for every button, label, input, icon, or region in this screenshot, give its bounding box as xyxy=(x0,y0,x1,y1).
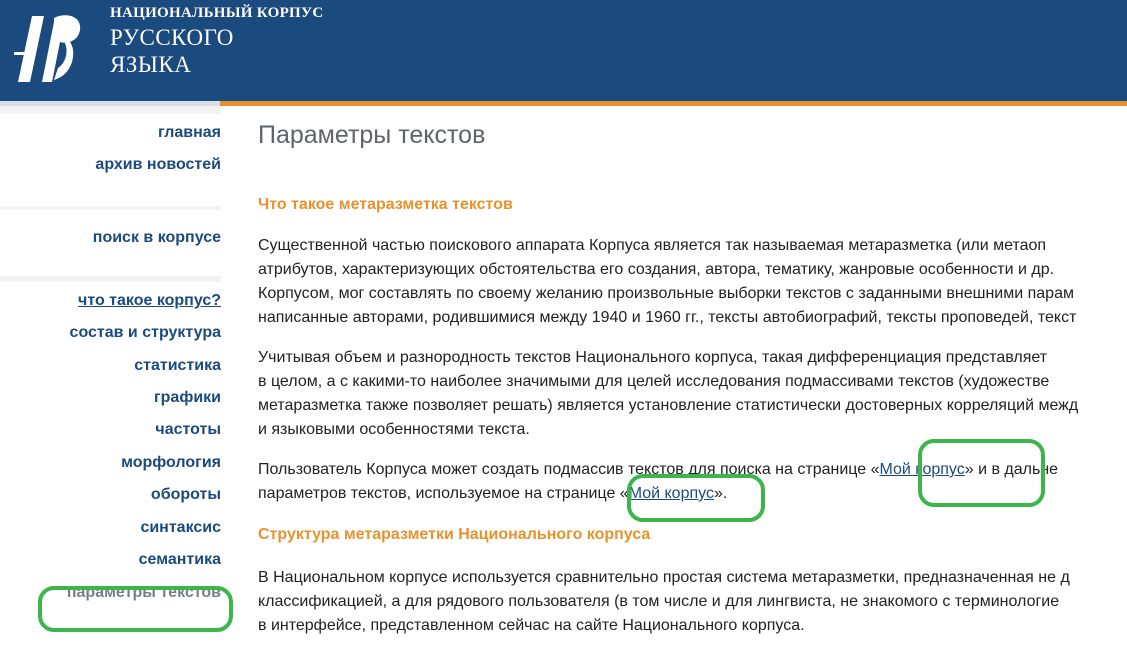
logo-line-1: НАЦИОНАЛЬНЫЙ КОРПУС xyxy=(110,5,324,21)
paragraph-3-text: ». xyxy=(713,485,728,502)
paragraph-1-line: атрибутов, характеризующих обстоятельств… xyxy=(258,261,1055,278)
paragraph-3-text: параметров текстов, используемое на стра… xyxy=(258,485,629,502)
sidebar-item-semantics[interactable]: семантика xyxy=(139,551,221,569)
sidebar-item-morphology[interactable]: морфология xyxy=(121,454,221,472)
sidebar-item-structure[interactable]: состав и структура xyxy=(70,324,221,342)
site-header: НАЦИОНАЛЬНЫЙ КОРПУС РУССКОГО ЯЗЫКА xyxy=(0,0,1127,101)
my-corpus-link-1[interactable]: Мой корпус xyxy=(879,461,964,478)
sidebar-group-search: поиск в корпусе xyxy=(0,210,221,276)
sidebar-item-news-archive[interactable]: архив новостей xyxy=(95,156,221,174)
paragraph-1-line: написанные авторами, родившимися между 1… xyxy=(258,309,1077,326)
paragraph-4-line: классификацией, а для рядового пользоват… xyxy=(258,593,1060,610)
paragraph-4-line: в интерфейсе, представленном сейчас на с… xyxy=(258,617,805,634)
sidebar-item-what-is-corpus[interactable]: что такое корпус? xyxy=(78,292,221,310)
sidebar-item-frequencies[interactable]: частоты xyxy=(155,421,221,439)
sidebar-group-about: что такое корпус? состав и структура ста… xyxy=(0,282,221,649)
sidebar-group-news: главная архив новостей xyxy=(0,114,221,206)
main-content: Параметры текстов Что такое метаразметка… xyxy=(258,106,1127,649)
sidebar-item-text-parameters[interactable]: параметры текстов xyxy=(67,584,221,602)
paragraph-2-line: и языковыми особенностями текста. xyxy=(258,421,530,438)
sidebar-item-graphs[interactable]: графики xyxy=(154,389,221,407)
paragraph-4: В Национальном корпусе используется срав… xyxy=(258,566,1127,638)
sidebar-item-home[interactable]: главная xyxy=(158,124,221,142)
paragraph-2-line: метаразметка также позволяет решать) явл… xyxy=(258,397,1079,414)
paragraph-3-line-1: Пользователь Корпуса может создать подма… xyxy=(258,458,1127,482)
sidebar-nav: главная архив новостей поиск в корпусе ч… xyxy=(0,106,221,649)
sidebar-item-syntax[interactable]: синтаксис xyxy=(140,519,221,537)
my-corpus-link-2[interactable]: Мой корпус xyxy=(629,485,714,502)
paragraph-4-line: В Национальном корпусе используется срав… xyxy=(258,569,1070,586)
section-heading-structure: Структура метаразметки Национального кор… xyxy=(258,526,651,543)
paragraph-3-line-2: параметров текстов, используемое на стра… xyxy=(258,482,1127,506)
logo-line-3: ЯЗЫКА xyxy=(110,52,192,77)
sidebar-item-search[interactable]: поиск в корпусе xyxy=(93,229,221,247)
sidebar-item-statistics[interactable]: статистика xyxy=(134,357,221,375)
section-heading-metamarkup: Что такое метаразметка текстов xyxy=(258,196,513,213)
paragraph-3: Пользователь Корпуса может создать подма… xyxy=(258,458,1127,506)
paragraph-3-text: » и в дальне xyxy=(964,461,1059,478)
paragraph-1-line: Существенной частью поискового аппарата … xyxy=(258,237,1047,254)
paragraph-1: Существенной частью поискового аппарата … xyxy=(258,234,1127,330)
corpus-logo-icon[interactable] xyxy=(10,8,90,88)
paragraph-3-text: Пользователь Корпуса может создать подма… xyxy=(258,461,880,478)
paragraph-1-line: Корпусом, мог составлять по своему желан… xyxy=(258,285,1074,302)
paragraph-2-line: в целом, а с какими-то наиболее значимым… xyxy=(258,373,1050,390)
site-logo-text[interactable]: НАЦИОНАЛЬНЫЙ КОРПУС РУССКОГО ЯЗЫКА xyxy=(110,5,323,78)
sidebar-item-phrases[interactable]: обороты xyxy=(151,486,221,504)
page-title: Параметры текстов xyxy=(258,121,486,149)
logo-line-2: РУССКОГО xyxy=(110,25,234,50)
paragraph-2-line: Учитывая объем и разнородность текстов Н… xyxy=(258,349,1048,366)
paragraph-2: Учитывая объем и разнородность текстов Н… xyxy=(258,346,1127,442)
